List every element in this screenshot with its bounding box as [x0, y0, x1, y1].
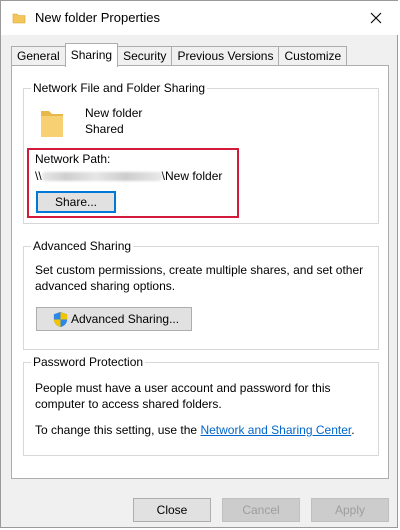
advanced-sharing-description: Set custom permissions, create multiple … — [35, 263, 364, 293]
properties-window: New folder Properties General Sharing Se… — [0, 0, 399, 528]
redacted-computer-name — [41, 172, 162, 182]
tab-customize[interactable]: Customize — [278, 46, 348, 66]
advanced-sharing-button-label: Advanced Sharing... — [71, 312, 180, 326]
folder-name: New folder — [85, 106, 143, 120]
tab-security[interactable]: Security — [117, 46, 173, 66]
share-status: Shared — [85, 122, 124, 136]
shield-icon — [53, 312, 68, 327]
close-button[interactable]: Close — [133, 498, 211, 522]
sharing-panel: Network File and Folder Sharing New fold… — [11, 65, 389, 479]
network-path-prefix: \\ — [35, 169, 42, 183]
network-path-label: Network Path: — [35, 152, 111, 166]
tab-sharing[interactable]: Sharing — [64, 43, 119, 67]
folder-icon — [41, 111, 63, 137]
network-path-suffix: \New folder — [161, 169, 223, 183]
apply-button[interactable]: Apply — [311, 498, 389, 522]
advanced-sharing-title: Advanced Sharing — [31, 239, 134, 253]
tab-previous-versions[interactable]: Previous Versions — [171, 46, 280, 66]
tab-general[interactable]: General — [11, 46, 66, 66]
network-sharing-title: Network File and Folder Sharing — [31, 81, 208, 95]
password-protection-description: People must have a user account and pass… — [35, 381, 331, 411]
title-bar[interactable]: New folder Properties — [1, 1, 399, 35]
close-icon — [370, 12, 382, 24]
advanced-sharing-button[interactable]: Advanced Sharing... — [36, 307, 192, 331]
change-setting-text: To change this setting, use the — [35, 423, 201, 437]
close-window-button[interactable] — [361, 5, 391, 31]
share-button[interactable]: Share... — [36, 191, 116, 213]
password-protection-title: Password Protection — [31, 355, 146, 369]
window-title: New folder Properties — [35, 10, 160, 25]
cancel-button[interactable]: Cancel — [222, 498, 300, 522]
folder-icon — [12, 13, 26, 24]
password-protection-change-line: To change this setting, use the Network … — [35, 423, 355, 437]
change-setting-suffix: . — [351, 423, 355, 437]
network-sharing-center-link[interactable]: Network and Sharing Center — [200, 423, 351, 437]
network-path-value: \\ \New folder — [35, 169, 222, 183]
tab-strip: General Sharing Security Previous Versio… — [11, 43, 348, 67]
